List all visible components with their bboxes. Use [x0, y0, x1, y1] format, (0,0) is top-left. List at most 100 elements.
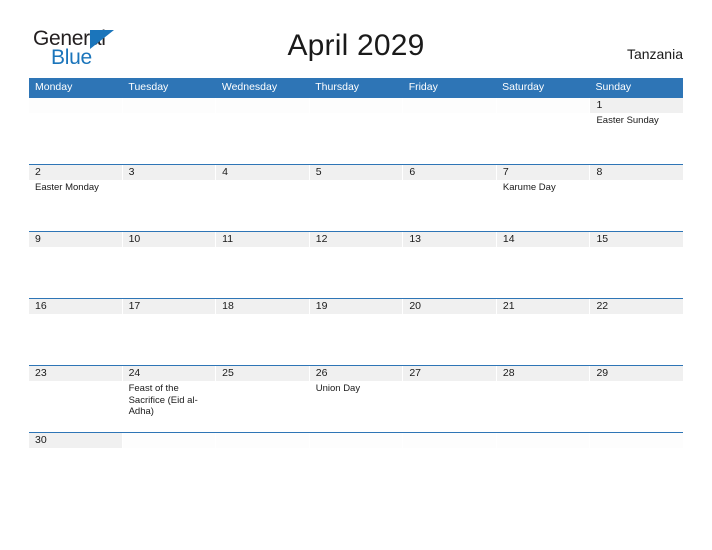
day-number: 25	[222, 367, 234, 379]
calendar-day-cell[interactable]: 29	[590, 366, 684, 432]
day-number: 15	[596, 233, 609, 245]
calendar-week-row: 30	[29, 432, 684, 448]
day-number	[403, 98, 496, 113]
day-events: Easter Sunday	[590, 113, 683, 127]
calendar-week-row: 23 24 Feast of the Sacrifice (Eid al-Adha)…	[29, 365, 684, 432]
day-number: 12	[315, 233, 328, 245]
weekday-header-monday: Monday	[35, 81, 73, 93]
calendar-day-cell-empty	[496, 98, 591, 164]
day-number: 23	[35, 367, 47, 379]
day-number: 9	[35, 233, 41, 245]
day-number	[29, 98, 122, 113]
calendar-day-cell[interactable]: 4	[216, 165, 310, 231]
calendar-day-cell[interactable]: 13	[403, 232, 497, 298]
day-number	[497, 98, 590, 113]
day-events: Union Day	[310, 381, 403, 395]
day-number: 2	[35, 166, 41, 178]
calendar-day-cell[interactable]: 24 Feast of the Sacrifice (Eid al-Adha)	[122, 366, 217, 432]
day-number	[216, 433, 309, 448]
calendar-day-cell-empty	[122, 98, 217, 164]
calendar-week-row: 16 17 18 19 20 21 22	[29, 298, 684, 365]
calendar-day-cell[interactable]: 9	[29, 232, 123, 298]
day-number: 6	[409, 166, 416, 178]
weekday-header-saturday: Saturday	[502, 81, 545, 93]
day-events: Karume Day	[497, 180, 590, 194]
calendar-day-cell[interactable]: 3	[122, 165, 217, 231]
holiday-label: Easter Sunday	[596, 115, 659, 126]
calendar-day-cell[interactable]: 19	[309, 299, 404, 365]
weekday-header-thursday: Thursday	[315, 81, 360, 93]
day-number: 7	[502, 166, 509, 178]
day-number: 22	[596, 300, 609, 312]
day-number: 14	[502, 233, 515, 245]
day-number	[216, 98, 309, 113]
calendar-day-cell[interactable]: 2 Easter Monday	[29, 165, 123, 231]
calendar-day-cell-empty	[216, 98, 310, 164]
calendar-week-row: 9 10 11 12 13 14 15	[29, 231, 684, 298]
day-number: 5	[315, 166, 322, 178]
calendar-day-cell[interactable]: 20	[403, 299, 497, 365]
weekday-header-tuesday: Tuesday	[128, 81, 169, 93]
calendar-day-cell-empty	[590, 433, 684, 448]
calendar-day-cell[interactable]: 17	[122, 299, 217, 365]
calendar-day-cell[interactable]: 10	[122, 232, 217, 298]
day-number: 13	[409, 233, 421, 245]
calendar-day-cell[interactable]: 30	[29, 433, 123, 448]
day-number	[590, 433, 683, 448]
calendar-day-cell[interactable]: 7 Karume Day	[496, 165, 591, 231]
day-number	[310, 433, 403, 448]
calendar-day-cell[interactable]: 11	[216, 232, 310, 298]
day-events: Feast of the Sacrifice (Eid al-Adha)	[123, 381, 216, 418]
calendar-day-cell[interactable]: 27	[403, 366, 497, 432]
day-number: 1	[596, 99, 603, 111]
calendar-day-cell[interactable]: 18	[216, 299, 310, 365]
calendar-day-cell[interactable]: 5	[309, 165, 404, 231]
day-number	[403, 433, 496, 448]
day-number	[310, 98, 403, 113]
day-number: 19	[315, 300, 328, 312]
calendar-day-cell-empty	[122, 433, 217, 448]
calendar-day-cell[interactable]: 26 Union Day	[309, 366, 404, 432]
calendar-day-cell-empty	[403, 433, 497, 448]
calendar-day-cell[interactable]: 23	[29, 366, 123, 432]
calendar-weeks: 1 Easter Sunday 2 Easter Monday 3 4 5 6 7 Karume …	[29, 97, 684, 448]
day-number: 8	[596, 166, 603, 178]
day-number: 30	[35, 434, 47, 446]
page-header: General Blue April 2029 Tanzania	[0, 0, 712, 68]
weekday-header-wednesday: Wednesday	[221, 81, 278, 93]
day-number: 26	[315, 367, 328, 379]
weekday-header-row: Monday Tuesday Wednesday Thursday Friday Satu…	[29, 78, 683, 97]
holiday-label: Feast of the Sacrifice (Eid al-Adha)	[128, 383, 198, 417]
day-events: Easter Monday	[29, 180, 122, 194]
calendar-day-cell[interactable]: 22	[590, 299, 684, 365]
country-label: Tanzania	[626, 46, 683, 62]
calendar-day-cell[interactable]: 1 Easter Sunday	[590, 98, 684, 164]
calendar-day-cell[interactable]: 12	[309, 232, 404, 298]
holiday-label: Union Day	[315, 383, 361, 394]
calendar-week-row: 1 Easter Sunday	[29, 97, 684, 164]
day-number: 4	[222, 166, 228, 178]
calendar-day-cell-empty	[29, 98, 123, 164]
calendar-day-cell[interactable]: 16	[29, 299, 123, 365]
calendar-day-cell[interactable]: 28	[496, 366, 591, 432]
day-number: 16	[35, 300, 47, 312]
day-number: 17	[128, 300, 141, 312]
day-number: 20	[409, 300, 421, 312]
calendar-day-cell[interactable]: 21	[496, 299, 591, 365]
calendar-day-cell[interactable]: 8	[590, 165, 684, 231]
day-number: 29	[596, 367, 609, 379]
calendar-day-cell[interactable]: 15	[590, 232, 684, 298]
day-number: 10	[128, 233, 141, 245]
calendar-day-cell[interactable]: 25	[216, 366, 310, 432]
day-number: 18	[222, 300, 234, 312]
calendar-day-cell-empty	[216, 433, 310, 448]
calendar-day-cell-empty	[309, 433, 404, 448]
calendar-table: Monday Tuesday Wednesday Thursday Friday Satu…	[29, 78, 684, 448]
calendar-week-row: 2 Easter Monday 3 4 5 6 7 Karume Day 8	[29, 164, 684, 231]
weekday-header-friday: Friday	[408, 81, 438, 93]
calendar-day-cell[interactable]: 14	[496, 232, 591, 298]
day-number: 11	[222, 233, 234, 245]
weekday-header-sunday: Sunday	[595, 81, 632, 93]
page-title: April 2029	[287, 29, 425, 62]
calendar-day-cell[interactable]: 6	[403, 165, 497, 231]
